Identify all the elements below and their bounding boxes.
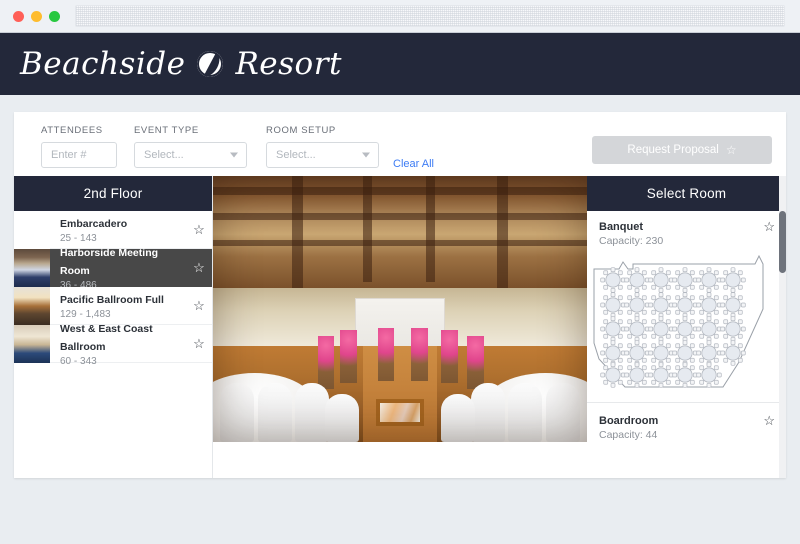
room-meta: Embarcadero 25 - 143 (50, 214, 186, 245)
banquet-hall-photo (213, 176, 587, 442)
clear-all-link[interactable]: Clear All (393, 158, 434, 170)
event-type-value: Select... (144, 149, 184, 161)
attendees-input[interactable]: Enter # (41, 142, 117, 168)
favorite-star-icon[interactable]: ☆ (186, 299, 212, 312)
setup-capacity: Capacity: 230 (599, 235, 664, 247)
room-thumbnail (14, 210, 50, 249)
event-type-select[interactable]: Select... (134, 142, 247, 168)
setup-option-banquet[interactable]: ☆ Banquet Capacity: 230 (587, 211, 786, 247)
url-bar[interactable] (75, 5, 785, 27)
floor-panel-title: 2nd Floor (14, 176, 212, 211)
chevron-down-icon (230, 152, 238, 158)
window-controls[interactable] (13, 10, 60, 22)
favorite-star-icon[interactable]: ☆ (763, 219, 775, 235)
filter-bar: ATTENDEES Enter # EVENT TYPE Select... R… (14, 112, 786, 176)
brand-name-first: Beachside (20, 46, 186, 82)
list-item[interactable]: West & East Coast Ballroom 60 - 343 ☆ (14, 323, 212, 367)
event-type-label: EVENT TYPE (134, 125, 199, 136)
photo-vignette (213, 176, 587, 442)
room-name: Embarcadero (60, 218, 128, 230)
main-card: ATTENDEES Enter # EVENT TYPE Select... R… (14, 112, 786, 478)
room-name: West & East Coast Ballroom (60, 323, 153, 353)
room-meta: Harborside Meeting Room 36 - 486 (50, 243, 186, 292)
panel-scrollbar[interactable] (779, 176, 786, 478)
floor-panel: 2nd Floor Embarcadero 25 - 143 ☆ Harbors… (14, 176, 213, 478)
site-header: Beachside Resort (0, 33, 800, 95)
list-item[interactable]: Harborside Meeting Room 36 - 486 ☆ (14, 247, 212, 291)
room-meta: West & East Coast Ballroom 60 - 343 (50, 319, 186, 368)
attendees-label: ATTENDEES (41, 125, 103, 136)
favorite-star-icon[interactable]: ☆ (186, 337, 212, 350)
room-capacity: 60 - 343 (60, 356, 97, 367)
favorite-star-icon[interactable]: ☆ (186, 261, 212, 274)
star-icon: ☆ (725, 143, 737, 157)
request-proposal-label: Request Proposal (627, 144, 719, 156)
room-meta: Pacific Ballroom Full 129 - 1,483 (50, 290, 186, 321)
room-thumbnail (14, 286, 50, 325)
brand-name-second: Resort (235, 46, 342, 82)
select-room-panel: Select Room ☆ Banquet Capacity: 230 ☆ Bo… (587, 176, 786, 478)
room-thumbnail (14, 324, 50, 363)
photo-panel (213, 176, 587, 478)
browser-chrome (0, 0, 800, 33)
room-name: Pacific Ballroom Full (60, 294, 164, 306)
beachball-icon (197, 51, 224, 77)
minimize-window-button[interactable] (31, 10, 42, 22)
room-setup-filter: ROOM SETUP Select... (266, 125, 379, 168)
room-thumbnail (14, 248, 50, 287)
room-setup-label: ROOM SETUP (266, 125, 336, 136)
photo-panel-footer (213, 442, 587, 478)
request-proposal-button[interactable]: Request Proposal ☆ (592, 136, 772, 164)
attendees-filter: ATTENDEES Enter # (41, 125, 117, 168)
select-room-title: Select Room (587, 176, 786, 211)
favorite-star-icon[interactable]: ☆ (186, 223, 212, 236)
room-setup-value: Select... (276, 149, 316, 161)
floorplan-banquet[interactable] (587, 247, 786, 402)
panel-scrollbar-thumb[interactable] (779, 211, 786, 273)
floorplan-svg (593, 254, 764, 388)
close-window-button[interactable] (13, 10, 24, 22)
maximize-window-button[interactable] (49, 10, 60, 22)
setup-name: Boardroom (599, 415, 659, 427)
room-name: Harborside Meeting Room (60, 247, 159, 277)
setup-name: Banquet (599, 221, 643, 233)
setup-option-boardroom[interactable]: ☆ Boardroom Capacity: 44 (587, 403, 786, 441)
room-list: Embarcadero 25 - 143 ☆ Harborside Meetin… (14, 210, 212, 367)
event-type-filter: EVENT TYPE Select... (134, 125, 247, 168)
brand-logo[interactable]: Beachside Resort (20, 46, 342, 82)
setup-capacity: Capacity: 44 (599, 429, 658, 441)
room-setup-select[interactable]: Select... (266, 142, 379, 168)
favorite-star-icon[interactable]: ☆ (763, 413, 775, 429)
content-columns: 2nd Floor Embarcadero 25 - 143 ☆ Harbors… (14, 176, 786, 478)
chevron-down-icon (362, 152, 370, 158)
